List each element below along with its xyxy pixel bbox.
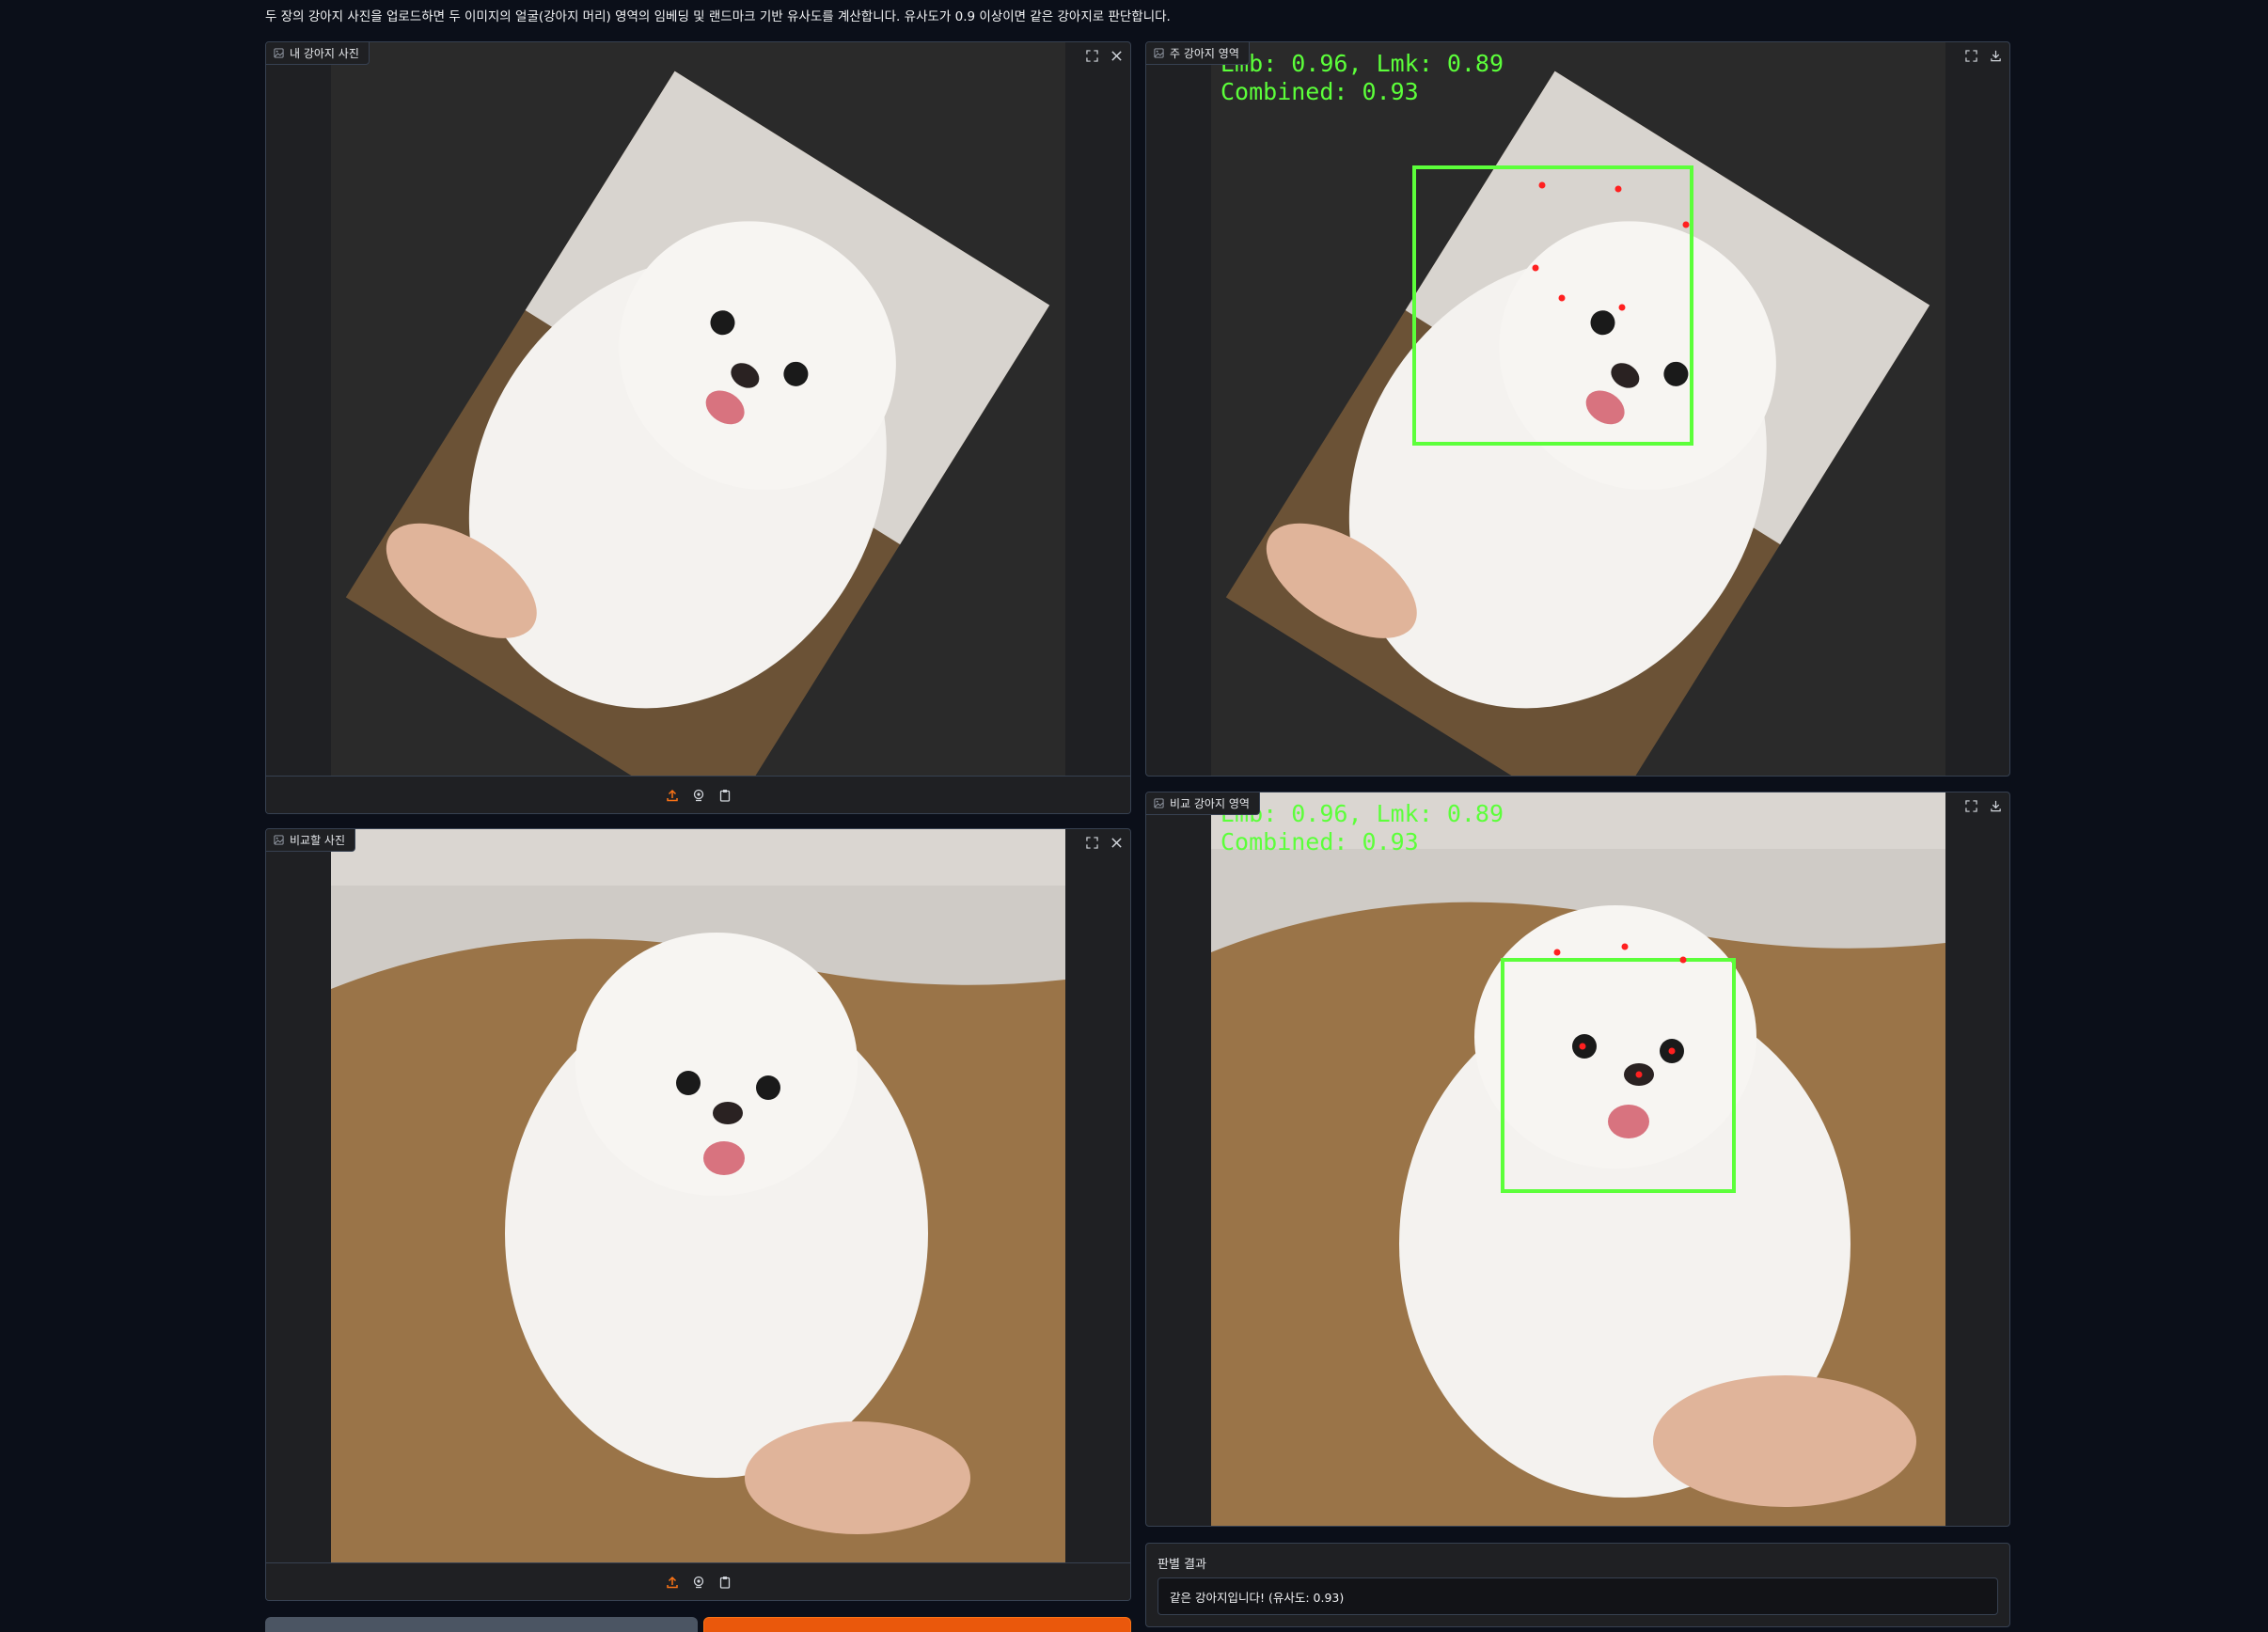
my-photo-label: 내 강아지 사진 (290, 47, 359, 60)
compare-photo-panel: 비교할 사진 (265, 828, 1131, 1601)
fullscreen-icon[interactable] (1962, 797, 1979, 814)
image-icon (1154, 798, 1164, 808)
app-description: 두 장의 강아지 사진을 업로드하면 두 이미지의 얼굴(강아지 머리) 영역의… (265, 9, 1171, 24)
fullscreen-icon[interactable] (1962, 47, 1979, 64)
submit-button[interactable] (703, 1617, 1131, 1632)
result-text: 같은 강아지입니다! (유사도: 0.93) (1170, 1590, 1345, 1605)
webcam-icon[interactable] (690, 1574, 707, 1591)
main-region-label: 주 강아지 영역 (1170, 47, 1239, 60)
compare-photo-label-tag: 비교할 사진 (266, 829, 356, 852)
upload-icon[interactable] (664, 1574, 681, 1591)
compare-region-score-text: Emb: 0.96, Lmk: 0.89 Combined: 0.93 (1221, 800, 1504, 856)
upload-icon[interactable] (664, 787, 681, 804)
clipboard-icon[interactable] (717, 787, 733, 804)
main-region-label-tag: 주 강아지 영역 (1146, 42, 1250, 65)
compare-region-label: 비교 강아지 영역 (1170, 797, 1250, 810)
compare-region-panel: 비교 강아지 영역 Emb: 0.96, Lmk: 0.89 Combined:… (1145, 792, 2010, 1527)
fullscreen-icon[interactable] (1083, 834, 1100, 851)
compare-region-label-tag: 비교 강아지 영역 (1146, 792, 1260, 815)
clipboard-icon[interactable] (717, 1574, 733, 1591)
download-icon[interactable] (1987, 797, 2004, 814)
main-region-image (1211, 42, 1945, 776)
main-region-panel: 주 강아지 영역 Emb: 0.96, Lmk: 0.89 Combined: … (1145, 41, 2010, 777)
download-icon[interactable] (1987, 47, 2004, 64)
image-icon (1154, 48, 1164, 58)
result-textbox[interactable]: 같은 강아지입니다! (유사도: 0.93) (1158, 1577, 1998, 1615)
my-photo-label-tag: 내 강아지 사진 (266, 42, 370, 65)
compare-region-image (1211, 792, 1945, 1526)
fullscreen-icon[interactable] (1083, 47, 1100, 64)
compare-photo-label: 비교할 사진 (290, 834, 346, 847)
webcam-icon[interactable] (690, 787, 707, 804)
result-panel: 판별 결과 같은 강아지입니다! (유사도: 0.93) (1145, 1543, 2010, 1627)
compare-region-score-line1: Emb: 0.96, Lmk: 0.89 (1221, 800, 1504, 827)
close-icon[interactable] (1108, 834, 1125, 851)
main-region-score-line2: Combined: 0.93 (1221, 78, 1419, 105)
result-title: 판별 결과 (1158, 1558, 1206, 1572)
my-photo-image[interactable] (331, 42, 1065, 776)
compare-photo-source-bar (266, 1562, 1130, 1600)
compare-region-score-line2: Combined: 0.93 (1221, 828, 1419, 855)
my-photo-panel: 내 강아지 사진 (265, 41, 1131, 814)
my-photo-source-bar (266, 776, 1130, 813)
main-region-score-text: Emb: 0.96, Lmk: 0.89 Combined: 0.93 (1221, 50, 1504, 106)
clear-button[interactable] (265, 1617, 698, 1632)
close-icon[interactable] (1108, 47, 1125, 64)
image-icon (274, 835, 284, 845)
image-icon (274, 48, 284, 58)
main-region-score-line1: Emb: 0.96, Lmk: 0.89 (1221, 50, 1504, 77)
compare-photo-image[interactable] (331, 829, 1065, 1562)
